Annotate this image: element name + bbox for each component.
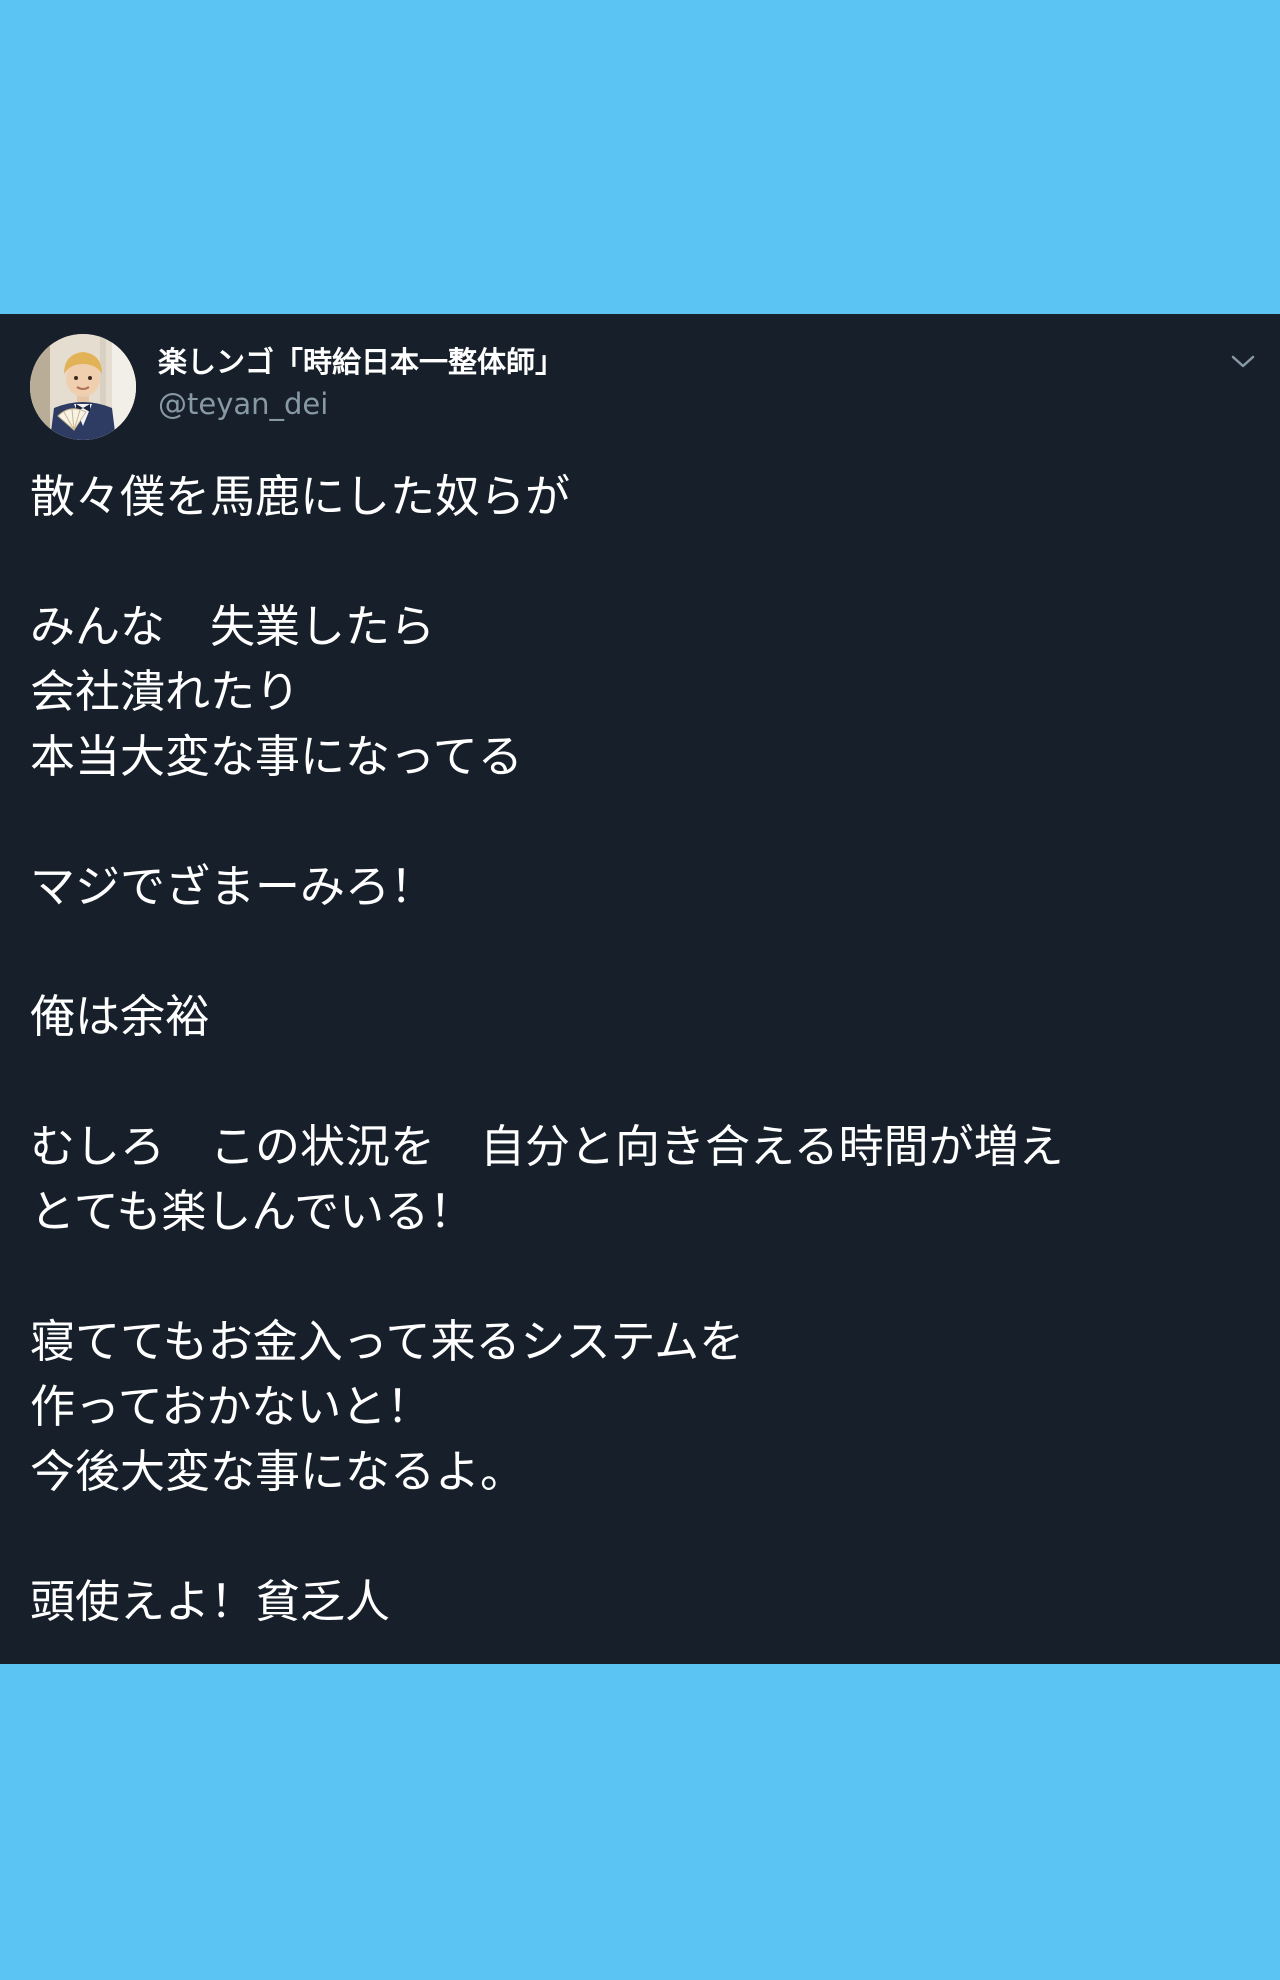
avatar-image <box>30 334 136 440</box>
avatar[interactable] <box>30 334 136 440</box>
author-handle[interactable]: @teyan_dei <box>158 386 328 422</box>
tweet-text: 散々僕を馬鹿にした奴らが みんな 失業したら 会社潰れたり 本当大変な事になって… <box>30 470 1064 1628</box>
chevron-down-icon[interactable] <box>1228 346 1258 376</box>
author-display-name[interactable]: 楽しンゴ「時給日本一整体師」 <box>158 344 564 380</box>
tweet-card: 楽しンゴ「時給日本一整体師」 @teyan_dei 散々僕を馬鹿にした奴らが み… <box>0 314 1280 1664</box>
